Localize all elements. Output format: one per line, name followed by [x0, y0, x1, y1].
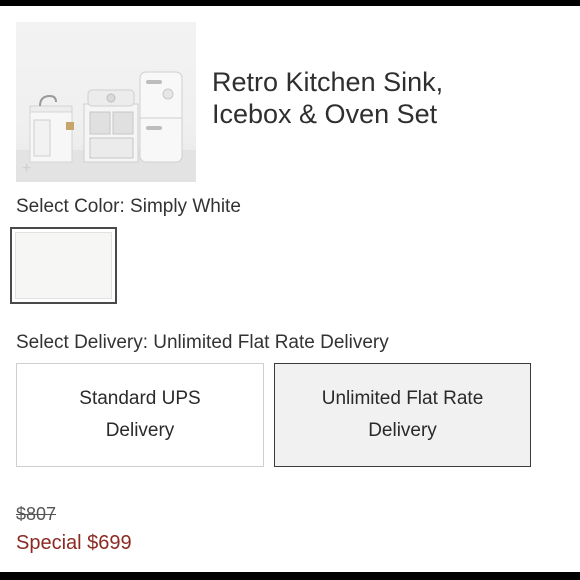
- kitchen-set-illustration: [16, 71, 196, 182]
- product-title-line-2: Icebox & Oven Set: [212, 99, 438, 129]
- delivery-option-label-line-2: Delivery: [105, 420, 175, 441]
- product-title: Retro Kitchen Sink, Icebox & Oven Set: [212, 66, 542, 130]
- delivery-option-unlimited-flat-rate[interactable]: Unlimited Flat Rate Delivery: [274, 363, 531, 467]
- color-swatch-fill: [15, 232, 112, 299]
- plus-icon[interactable]: +: [22, 160, 31, 178]
- delivery-option-standard-ups[interactable]: Standard UPS Delivery: [16, 363, 264, 467]
- delivery-option-label-line-1: Standard UPS: [79, 388, 201, 409]
- delivery-label: Select Delivery: Unlimited Flat Rate Del…: [16, 332, 389, 353]
- original-price: $807: [16, 504, 57, 524]
- delivery-option-label-line-2: Delivery: [368, 420, 437, 441]
- bottom-bar: [0, 572, 580, 580]
- color-swatch-simply-white[interactable]: [10, 227, 117, 304]
- top-bar: [0, 0, 580, 6]
- special-price: Special $699: [16, 532, 132, 554]
- product-title-line-1: Retro Kitchen Sink,: [212, 67, 444, 97]
- delivery-option-label-line-1: Unlimited Flat Rate: [321, 388, 484, 409]
- product-image[interactable]: +: [16, 22, 196, 182]
- color-label: Select Color: Simply White: [16, 196, 241, 217]
